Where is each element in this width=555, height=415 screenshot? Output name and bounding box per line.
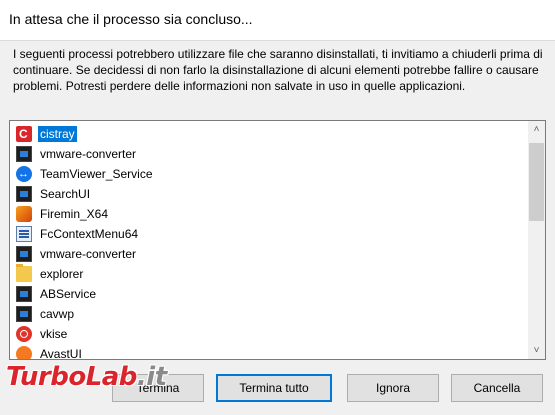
process-name: SearchUI [40,187,91,201]
dialog-message: I seguenti processi potrebbero utilizzar… [13,47,543,93]
process-list-item[interactable]: TeamViewer_Service [10,164,528,184]
process-list-item[interactable]: AvastUI [10,344,528,360]
cavwp-icon [16,306,32,322]
fccontextmenu-icon [16,226,32,242]
vmware-converter-icon [16,146,32,162]
abservice-icon [16,286,32,302]
searchui-icon [16,186,32,202]
process-list-item[interactable]: cistray [10,124,528,144]
process-list-item[interactable]: explorer [10,264,528,284]
process-name: FcContextMenu64 [40,227,139,241]
process-name: TeamViewer_Service [40,167,153,181]
explorer-folder-icon [16,264,32,282]
process-list-item[interactable]: ABService [10,284,528,304]
process-list-item[interactable]: cavwp [10,304,528,324]
process-name: explorer [40,267,84,281]
process-name: cavwp [40,307,75,321]
ignore-button[interactable]: Ignora [347,374,439,402]
firemin-icon [16,206,32,222]
process-name: vmware-converter [40,147,137,161]
vertical-scrollbar[interactable]: ˄ ˅ [528,121,545,359]
scroll-up-arrow-icon[interactable]: ˄ [528,121,545,138]
process-name: ABService [40,287,97,301]
process-list-item[interactable]: SearchUI [10,184,528,204]
process-name: vmware-converter [40,247,137,261]
avast-icon [16,346,32,359]
cistray-icon [16,126,32,142]
watermark-domain: .it [136,362,167,392]
process-list-item[interactable]: vmware-converter [10,144,528,164]
process-name: Firemin_X64 [40,207,109,221]
scroll-down-arrow-icon[interactable]: ˅ [528,342,545,359]
process-name: vkise [40,327,68,341]
dialog-header: In attesa che il processo sia concluso..… [0,0,555,41]
watermark-text: TurboLab [6,362,137,392]
process-list-items: cistray vmware-converter TeamViewer_Servic… [10,121,528,359]
process-list[interactable]: cistray vmware-converter TeamViewer_Servic… [9,120,546,360]
process-list-item[interactable]: vkise [10,324,528,344]
terminate-all-button[interactable]: Termina tutto [216,374,332,402]
teamviewer-icon [16,166,32,182]
process-list-item[interactable]: vmware-converter [10,244,528,264]
process-list-item[interactable]: FcContextMenu64 [10,224,528,244]
vkise-icon [16,326,32,342]
dialog-title: In attesa che il processo sia concluso..… [9,11,253,27]
cancel-button[interactable]: Cancella [451,374,543,402]
scroll-thumb[interactable] [529,143,544,221]
vmware-converter-icon [16,246,32,262]
process-name: cistray [38,126,77,142]
process-name: AvastUI [40,347,82,360]
process-list-item[interactable]: Firemin_X64 [10,204,528,224]
turbolab-watermark-logo: TurboLab.it [6,362,167,392]
